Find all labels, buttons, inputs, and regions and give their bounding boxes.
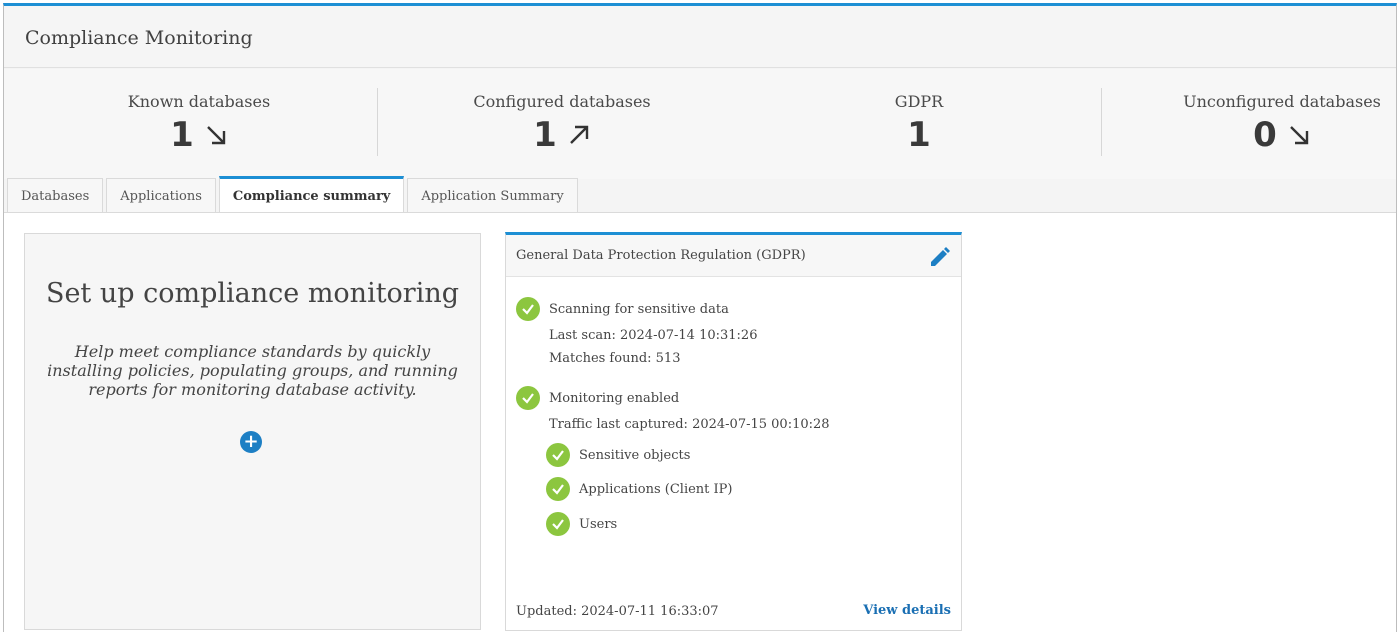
gdpr-card-title: General Data Protection Regulation (GDPR…	[516, 248, 806, 263]
arrow-down-right-icon	[1289, 126, 1309, 145]
sub-item-sensitive-objects: Sensitive objects	[579, 448, 691, 463]
stat-value: 0	[1253, 115, 1277, 155]
stat-label: Configured databases	[473, 92, 651, 111]
tab-bar: Databases Applications Compliance summar…	[7, 176, 578, 214]
check-circle-icon	[546, 477, 570, 501]
pencil-icon[interactable]	[928, 245, 952, 269]
stat-gdpr[interactable]: GDPR 1	[769, 92, 1069, 155]
check-circle-icon	[546, 443, 570, 467]
sub-item-users: Users	[579, 517, 618, 532]
setup-description: Help meet compliance standards by quickl…	[47, 342, 458, 399]
check-circle-icon	[546, 512, 570, 536]
check-circle-icon	[516, 386, 540, 410]
compliance-monitoring-window: Compliance Monitoring Known databases 1 …	[3, 3, 1397, 635]
stat-value: 1	[907, 115, 931, 155]
setup-compliance-card: Set up compliance monitoring Help meet c…	[24, 233, 481, 630]
stats-bar: Known databases 1 Configured databases 1…	[4, 69, 1396, 179]
traffic-last-captured: Traffic last captured: 2024-07-15 00:10:…	[549, 417, 830, 432]
gdpr-card-header: General Data Protection Regulation (GDPR…	[506, 235, 961, 277]
stat-configured-databases[interactable]: Configured databases 1	[412, 92, 712, 155]
tab-compliance-summary[interactable]: Compliance summary	[218, 176, 405, 214]
check-circle-icon	[516, 297, 540, 321]
tab-applications[interactable]: Applications	[106, 178, 216, 214]
scanning-label: Scanning for sensitive data	[549, 302, 729, 317]
matches-found: Matches found: 513	[549, 351, 681, 366]
tab-application-summary[interactable]: Application Summary	[407, 178, 578, 214]
updated-timestamp: Updated: 2024-07-11 16:33:07	[516, 604, 719, 619]
stat-divider	[1101, 88, 1102, 156]
setup-title: Set up compliance monitoring	[45, 278, 460, 309]
stat-value: 1	[533, 115, 557, 155]
sub-item-applications: Applications (Client IP)	[579, 482, 733, 497]
view-details-link[interactable]: View details	[863, 603, 951, 618]
arrow-down-right-icon	[206, 126, 226, 145]
tab-databases[interactable]: Databases	[7, 178, 104, 214]
stat-divider	[377, 88, 378, 156]
page-title: Compliance Monitoring	[25, 27, 253, 49]
stat-label: Known databases	[127, 92, 271, 111]
arrow-up-right-icon	[569, 125, 589, 144]
gdpr-card: General Data Protection Regulation (GDPR…	[505, 232, 962, 631]
tab-content: Set up compliance monitoring Help meet c…	[4, 212, 1396, 635]
stat-unconfigured-databases[interactable]: Unconfigured databases 0	[1132, 92, 1400, 155]
monitoring-label: Monitoring enabled	[549, 391, 680, 406]
last-scan: Last scan: 2024-07-14 10:31:26	[549, 328, 758, 343]
stat-known-databases[interactable]: Known databases 1	[49, 92, 349, 155]
page-header: Compliance Monitoring	[4, 6, 1396, 68]
stat-value: 1	[170, 115, 194, 155]
plus-circle-icon[interactable]: +	[240, 431, 262, 453]
stat-label: GDPR	[894, 92, 944, 111]
stat-label: Unconfigured databases	[1183, 92, 1381, 111]
